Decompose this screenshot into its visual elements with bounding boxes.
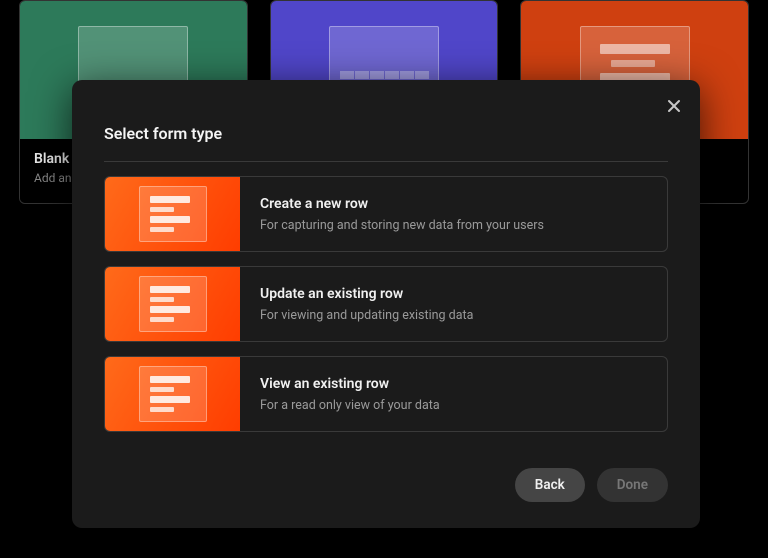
modal-header: Select form type [72,80,700,143]
modal-footer: Back Done [72,468,700,528]
form-icon [105,357,240,431]
close-icon[interactable] [662,94,686,118]
select-form-type-modal: Select form type Create a new row For ca… [72,80,700,528]
option-title: Update an existing row [260,286,647,302]
done-button[interactable]: Done [597,468,668,502]
option-create-row[interactable]: Create a new row For capturing and stori… [104,176,668,252]
form-icon [105,267,240,341]
option-view-row[interactable]: View an existing row For a read only vie… [104,356,668,432]
modal-title: Select form type [104,124,668,143]
option-title: Create a new row [260,196,647,212]
form-icon [105,177,240,251]
form-type-options: Create a new row For capturing and stori… [72,162,700,432]
option-subtitle: For viewing and updating existing data [260,308,647,323]
option-subtitle: For a read only view of your data [260,398,647,413]
back-button[interactable]: Back [515,468,585,502]
option-title: View an existing row [260,376,647,392]
option-subtitle: For capturing and storing new data from … [260,218,647,233]
option-update-row[interactable]: Update an existing row For viewing and u… [104,266,668,342]
